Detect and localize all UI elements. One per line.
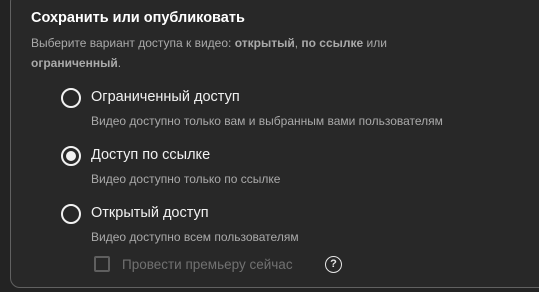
description-link: по ссылке [301, 36, 364, 50]
description-public: открытый [234, 36, 295, 50]
description-restricted: ограниченный [31, 56, 118, 70]
option-unlisted-label: Доступ по ссылке [91, 147, 211, 163]
radio-unlisted[interactable] [61, 146, 81, 166]
help-circle-icon[interactable]: ? [325, 256, 342, 273]
option-unlisted[interactable]: Доступ по ссылке Видео доступно только п… [59, 144, 499, 190]
section-title: Сохранить или опубликовать [31, 10, 245, 26]
description-prefix: Выберите вариант доступа к видео: [31, 36, 235, 50]
option-restricted[interactable]: Ограниченный доступ Видео доступно тольк… [59, 86, 499, 132]
option-unlisted-description: Видео доступно только по ссылке [91, 172, 281, 186]
radio-restricted[interactable] [61, 88, 81, 108]
option-public-description: Видео доступно всем пользователям [91, 230, 299, 244]
description-suffix: . [117, 56, 122, 70]
radio-public[interactable] [61, 204, 81, 224]
option-public[interactable]: Открытый доступ Видео доступно всем поль… [59, 202, 499, 248]
premiere-now-option: Провести премьеру сейчас ? [94, 256, 354, 274]
option-public-label: Открытый доступ [91, 205, 209, 221]
description-sep-2: или [363, 36, 387, 50]
option-restricted-description: Видео доступно только вам и выбранным ва… [91, 114, 443, 128]
section-description: Выберите вариант доступа к видео: открыт… [31, 33, 521, 73]
premiere-label: Провести премьеру сейчас [122, 257, 293, 272]
radio-selected-dot [66, 151, 76, 161]
premiere-checkbox[interactable] [94, 256, 110, 272]
option-restricted-label: Ограниченный доступ [91, 89, 240, 105]
